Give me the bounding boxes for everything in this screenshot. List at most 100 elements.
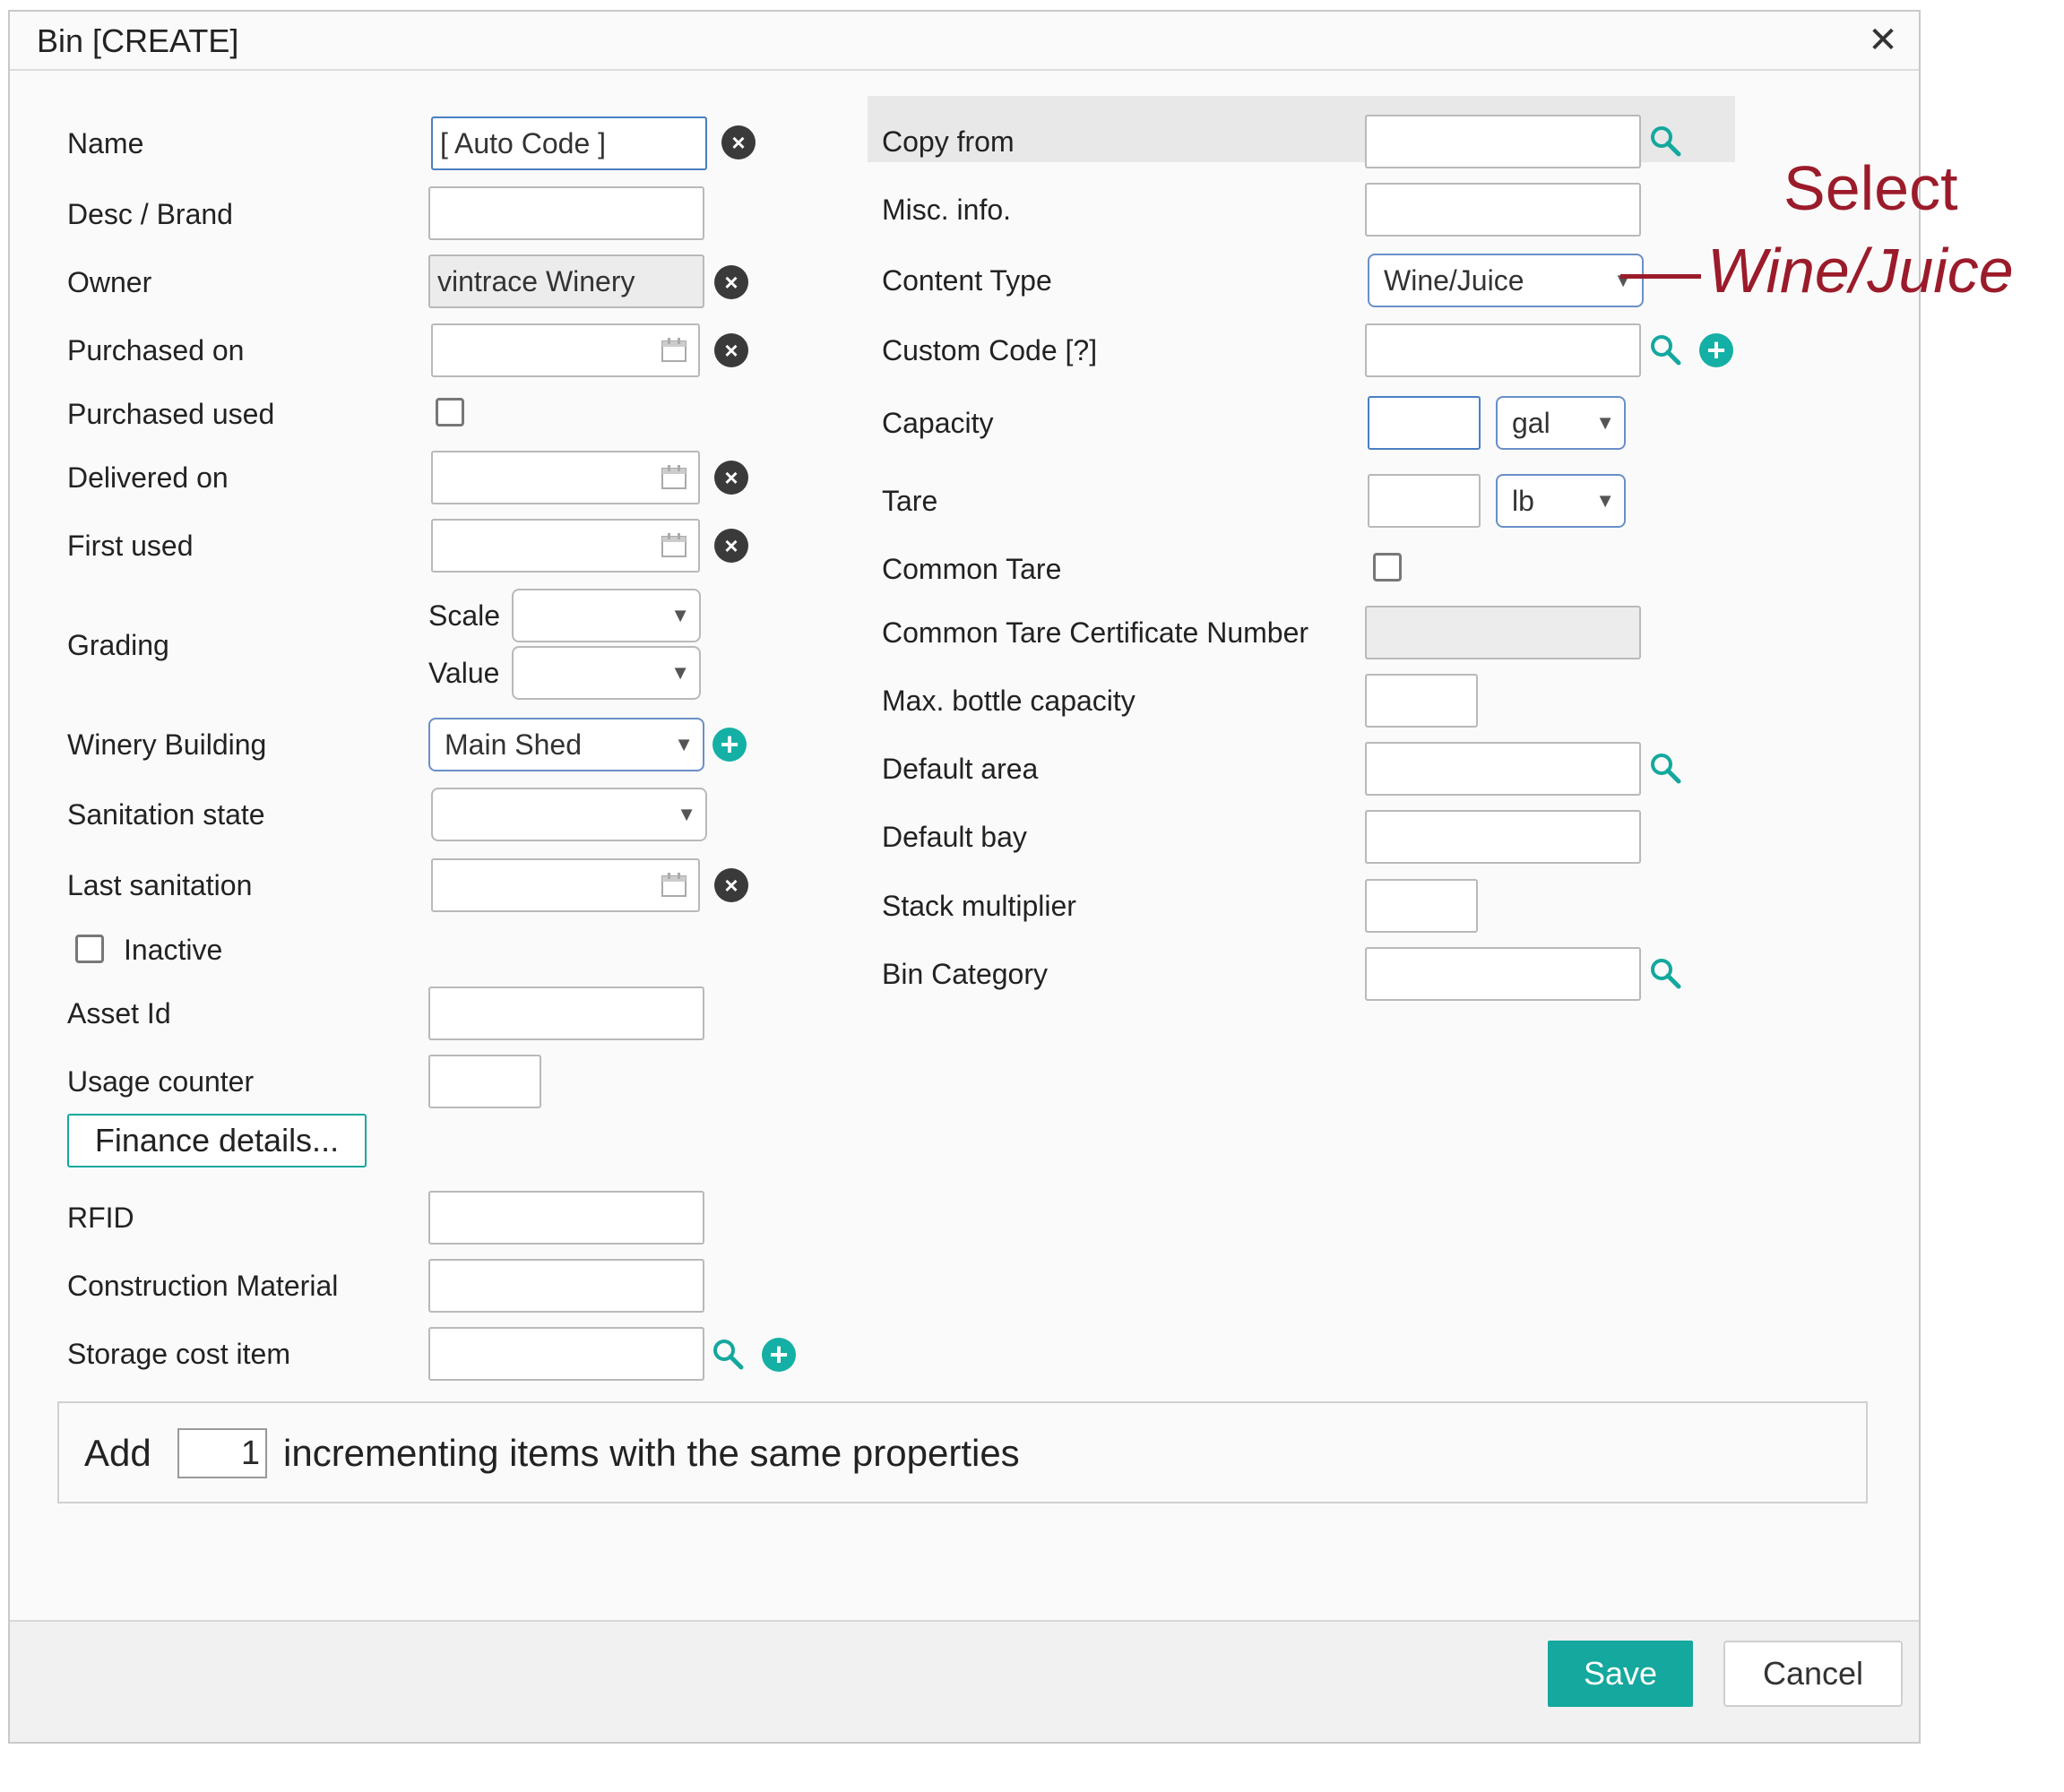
tare-unit-value: lb	[1512, 485, 1534, 517]
content-type-select[interactable]: Wine/Juice ▼	[1368, 254, 1644, 307]
misc-info-label: Misc. info.	[882, 194, 1012, 226]
calendar-icon[interactable]	[660, 871, 688, 900]
default-bay-label: Default bay	[882, 821, 1027, 853]
tare-label: Tare	[882, 485, 938, 517]
dropdown-arrow-icon: ▼	[674, 733, 694, 755]
add-storage-cost-item-icon[interactable]: +	[762, 1338, 796, 1372]
common-tare-cert-label: Common Tare Certificate Number	[882, 616, 1309, 649]
search-icon[interactable]	[1647, 332, 1683, 367]
default-area-input[interactable]	[1365, 742, 1641, 796]
clear-last-sanitation-icon[interactable]: ×	[714, 868, 748, 902]
purchased-on-label: Purchased on	[67, 334, 245, 366]
finance-details-button[interactable]: Finance details...	[67, 1114, 367, 1167]
capacity-unit-select[interactable]: gal ▼	[1496, 396, 1626, 450]
add-prefix-label: Add	[84, 1432, 151, 1474]
content-type-value: Wine/Juice	[1384, 264, 1524, 297]
add-suffix-label: incrementing items with the same propert…	[283, 1432, 1020, 1474]
last-sanitation-label: Last sanitation	[67, 869, 253, 901]
winery-building-value: Main Shed	[445, 728, 582, 761]
search-icon[interactable]	[710, 1336, 746, 1372]
dropdown-arrow-icon: ▼	[677, 803, 696, 825]
grading-value-label: Value	[428, 657, 500, 689]
winery-building-select[interactable]: Main Shed ▼	[428, 718, 704, 771]
common-tare-label: Common Tare	[882, 553, 1062, 585]
dialog-titlebar: Bin [CREATE] ✕	[10, 12, 1919, 71]
dropdown-arrow-icon: ▼	[670, 604, 690, 626]
clear-first-used-icon[interactable]: ×	[714, 529, 748, 563]
dropdown-arrow-icon: ▼	[670, 661, 690, 684]
clear-purchased-on-icon[interactable]: ×	[714, 333, 748, 367]
dropdown-arrow-icon: ▼	[1595, 489, 1615, 512]
desc-brand-input[interactable]	[428, 186, 704, 240]
custom-code-input[interactable]	[1365, 323, 1641, 377]
winery-building-label: Winery Building	[67, 728, 267, 761]
usage-counter-input[interactable]	[428, 1055, 541, 1108]
sanitation-state-select[interactable]: ▼	[431, 788, 707, 841]
search-icon[interactable]	[1647, 955, 1683, 991]
add-count-input[interactable]: 1	[177, 1428, 267, 1478]
capacity-label: Capacity	[882, 407, 994, 439]
search-icon[interactable]	[1647, 750, 1683, 786]
annotation-line2: Wine/Juice	[1707, 236, 2014, 306]
default-bay-input[interactable]	[1365, 810, 1641, 864]
bin-category-label: Bin Category	[882, 958, 1048, 990]
annotation-pointer-line	[1620, 274, 1701, 279]
misc-info-input[interactable]	[1365, 183, 1641, 237]
tare-input[interactable]	[1368, 474, 1481, 528]
stack-multiplier-input[interactable]	[1365, 879, 1478, 933]
copy-from-label: Copy from	[882, 125, 1015, 158]
first-used-label: First used	[67, 530, 194, 562]
stack-multiplier-label: Stack multiplier	[882, 890, 1076, 922]
asset-id-label: Asset Id	[67, 997, 171, 1030]
capacity-input[interactable]	[1368, 396, 1481, 450]
calendar-icon[interactable]	[660, 531, 688, 560]
close-icon[interactable]: ✕	[1865, 22, 1901, 58]
cancel-button[interactable]: Cancel	[1723, 1641, 1903, 1707]
owner-input[interactable]: vintrace Winery	[428, 254, 704, 308]
content-type-label: Content Type	[882, 264, 1052, 297]
rfid-input[interactable]	[428, 1191, 704, 1245]
grading-scale-select[interactable]: ▼	[512, 589, 701, 642]
max-bottle-capacity-label: Max. bottle capacity	[882, 685, 1136, 717]
grading-value-select[interactable]: ▼	[512, 646, 701, 700]
max-bottle-capacity-input[interactable]	[1365, 674, 1478, 728]
default-area-label: Default area	[882, 753, 1039, 785]
clear-owner-icon[interactable]: ×	[714, 265, 748, 299]
add-custom-code-icon[interactable]: +	[1699, 333, 1733, 367]
add-incrementing-items-box: Add 1 incrementing items with the same p…	[57, 1401, 1868, 1503]
purchased-used-label: Purchased used	[67, 398, 275, 430]
clear-delivered-on-icon[interactable]: ×	[714, 461, 748, 495]
grading-label: Grading	[67, 629, 169, 661]
sanitation-state-label: Sanitation state	[67, 798, 265, 831]
storage-cost-item-input[interactable]	[428, 1327, 704, 1381]
calendar-icon[interactable]	[660, 463, 688, 492]
capacity-unit-value: gal	[1512, 407, 1550, 439]
desc-brand-label: Desc / Brand	[67, 198, 233, 230]
tare-unit-select[interactable]: lb ▼	[1496, 474, 1626, 528]
common-tare-checkbox[interactable]	[1373, 553, 1402, 582]
calendar-icon[interactable]	[660, 336, 688, 365]
rfid-label: RFID	[67, 1202, 134, 1234]
dropdown-arrow-icon: ▼	[1595, 411, 1615, 434]
asset-id-input[interactable]	[428, 986, 704, 1040]
delivered-on-label: Delivered on	[67, 461, 229, 494]
owner-label: Owner	[67, 266, 152, 298]
bin-category-input[interactable]	[1365, 947, 1641, 1001]
search-icon[interactable]	[1647, 123, 1683, 159]
common-tare-cert-input[interactable]	[1365, 606, 1641, 659]
inactive-label: Inactive	[124, 934, 223, 966]
construction-material-label: Construction Material	[67, 1270, 339, 1302]
name-input[interactable]: [ Auto Code ]	[431, 116, 707, 170]
add-winery-building-icon[interactable]: +	[712, 728, 747, 762]
copy-from-input[interactable]	[1365, 115, 1641, 168]
save-button[interactable]: Save	[1548, 1641, 1693, 1707]
construction-material-input[interactable]	[428, 1259, 704, 1313]
dialog-title: Bin [CREATE]	[37, 22, 239, 59]
grading-scale-label: Scale	[428, 599, 501, 632]
name-label: Name	[67, 127, 144, 159]
inactive-checkbox[interactable]	[75, 935, 104, 963]
custom-code-label: Custom Code [?]	[882, 334, 1098, 366]
usage-counter-label: Usage counter	[67, 1065, 255, 1098]
purchased-used-checkbox[interactable]	[436, 398, 464, 426]
clear-name-icon[interactable]: ×	[721, 125, 756, 159]
